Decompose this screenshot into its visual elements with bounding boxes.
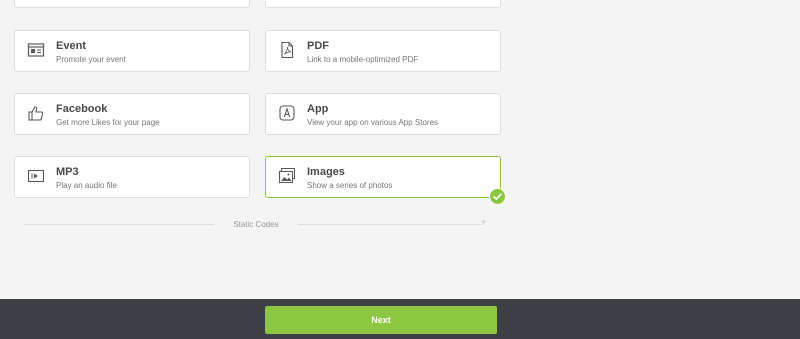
card-title: Event [56,40,86,52]
card-description: Show a series of photos [307,181,393,190]
thumbs-up-icon [27,104,45,122]
card-description: Promote your event [56,55,126,64]
section-label: Static Codes [233,220,279,229]
event-icon [27,41,45,59]
card-title: PDF [307,40,329,52]
card-title: Images [307,166,345,178]
images-icon [278,167,296,185]
card-title: Facebook [56,103,108,115]
divider-right [298,224,484,225]
card-images[interactable]: Images Show a series of photos [265,156,506,205]
divider-left [24,224,214,225]
card-title: MP3 [56,166,79,178]
card-description: Link to a mobile-optimized PDF [307,55,419,64]
card-title: App [307,103,329,115]
plus-icon[interactable]: + [479,218,488,227]
card-facebook[interactable]: Facebook Get more Likes for your page [14,93,250,135]
card-event[interactable]: Event Promote your event [14,30,250,72]
footer-bar: Next [0,299,800,339]
checkmark-icon [489,188,506,205]
pdf-icon [278,41,296,59]
card-partial-left[interactable] [14,0,250,8]
next-button[interactable]: Next [265,306,497,334]
card-mp3[interactable]: MP3 Play an audio file [14,156,250,198]
card-app[interactable]: App View your app on various App Stores [265,93,501,135]
card-pdf[interactable]: PDF Link to a mobile-optimized PDF [265,30,501,72]
play-icon [27,167,45,185]
card-description: View your app on various App Stores [307,118,439,127]
app-icon [278,104,296,122]
card-partial-right[interactable] [265,0,501,8]
card-description: Get more Likes for your page [56,118,160,127]
card-description: Play an audio file [56,181,117,190]
